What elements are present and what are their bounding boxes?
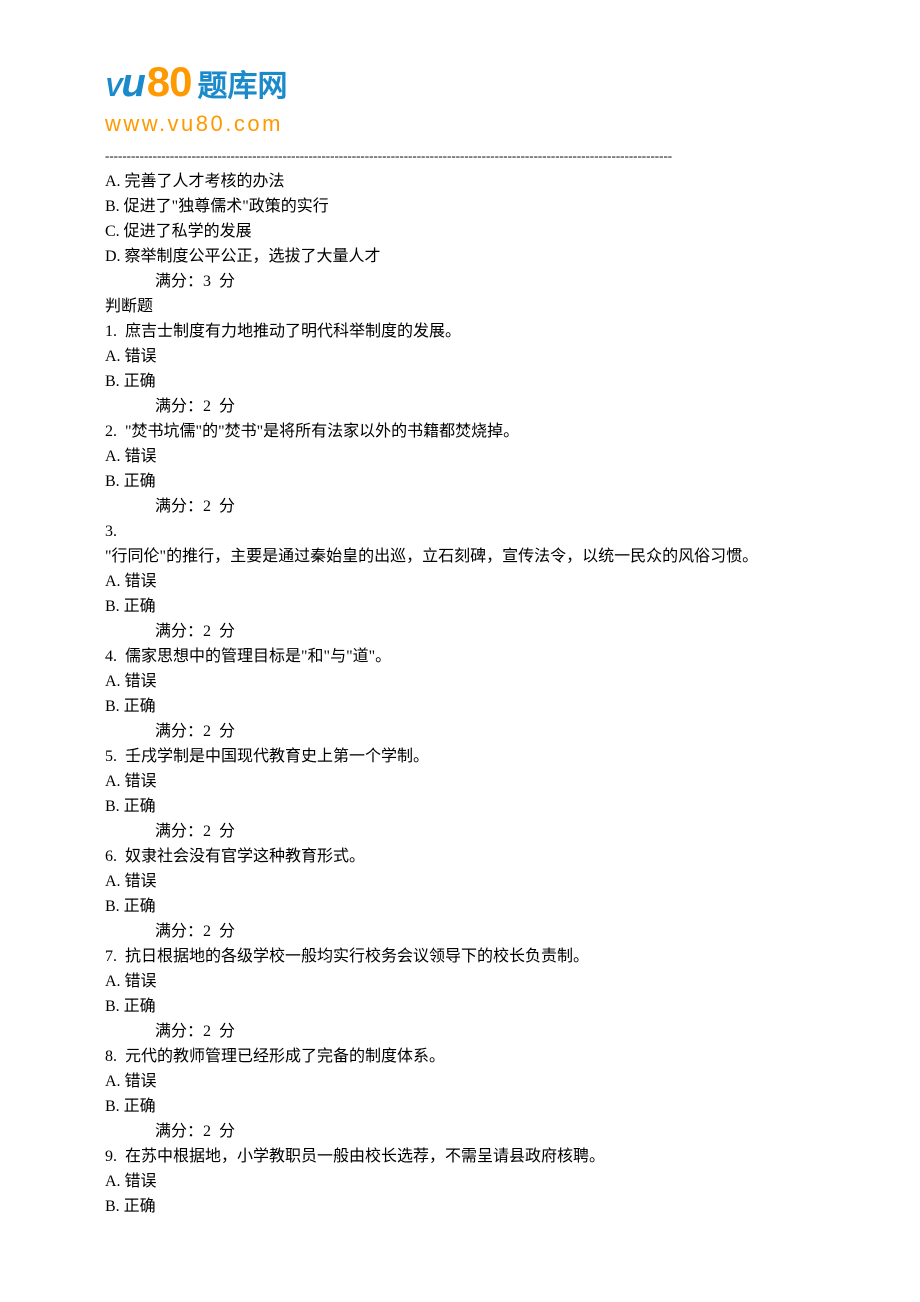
text-line: B. 正确 bbox=[105, 1195, 825, 1219]
text-line: 6. 奴隶社会没有官学这种教育形式。 bbox=[105, 845, 825, 869]
text-line: 3. bbox=[105, 520, 825, 544]
text-line: B. 正确 bbox=[105, 795, 825, 819]
text-line: A. 错误 bbox=[105, 1170, 825, 1194]
text-line: A. 错误 bbox=[105, 870, 825, 894]
text-line: 满分：2 分 bbox=[105, 620, 825, 644]
text-line: B. 正确 bbox=[105, 695, 825, 719]
text-line: 2. "焚书坑儒"的"焚书"是将所有法家以外的书籍都焚烧掉。 bbox=[105, 420, 825, 444]
text-line: A. 错误 bbox=[105, 570, 825, 594]
text-line: 满分：2 分 bbox=[105, 1020, 825, 1044]
text-line: B. 促进了"独尊儒术"政策的实行 bbox=[105, 195, 825, 219]
text-line: 1. 庶吉士制度有力地推动了明代科举制度的发展。 bbox=[105, 320, 825, 344]
text-line: "行同伦"的推行，主要是通过秦始皇的出巡，立石刻碑，宣传法令，以统一民众的风俗习… bbox=[105, 545, 825, 569]
text-line: A. 完善了人才考核的办法 bbox=[105, 170, 825, 194]
text-line: 满分：2 分 bbox=[105, 720, 825, 744]
text-line: A. 错误 bbox=[105, 970, 825, 994]
text-line: B. 正确 bbox=[105, 895, 825, 919]
text-line: 判断题 bbox=[105, 295, 825, 319]
text-line: A. 错误 bbox=[105, 345, 825, 369]
text-line: 满分：2 分 bbox=[105, 820, 825, 844]
text-line: B. 正确 bbox=[105, 595, 825, 619]
text-line: B. 正确 bbox=[105, 470, 825, 494]
horizontal-divider: ----------------------------------------… bbox=[105, 146, 825, 166]
text-line: 8. 元代的教师管理已经形成了完备的制度体系。 bbox=[105, 1045, 825, 1069]
text-line: 满分：3 分 bbox=[105, 270, 825, 294]
text-line: 5. 壬戌学制是中国现代教育史上第一个学制。 bbox=[105, 745, 825, 769]
text-line: 满分：2 分 bbox=[105, 395, 825, 419]
text-line: 满分：2 分 bbox=[105, 495, 825, 519]
logo-url-text: www.vu80.com bbox=[105, 107, 825, 140]
text-line: D. 察举制度公平公正，选拔了大量人才 bbox=[105, 245, 825, 269]
text-line: 满分：2 分 bbox=[105, 920, 825, 944]
text-line: C. 促进了私学的发展 bbox=[105, 220, 825, 244]
text-line: B. 正确 bbox=[105, 1095, 825, 1119]
text-line: A. 错误 bbox=[105, 670, 825, 694]
text-line: 9. 在苏中根据地，小学教职员一般由校长选荐，不需呈请县政府核聘。 bbox=[105, 1145, 825, 1169]
text-line: A. 错误 bbox=[105, 445, 825, 469]
logo-block: VVuu 80 题库网 www.vu80.com bbox=[105, 50, 825, 140]
logo-80-text: 80 bbox=[147, 50, 192, 113]
text-line: B. 正确 bbox=[105, 995, 825, 1019]
text-line: B. 正确 bbox=[105, 370, 825, 394]
text-line: 4. 儒家思想中的管理目标是"和"与"道"。 bbox=[105, 645, 825, 669]
logo-image: VVuu 80 题库网 bbox=[105, 50, 825, 113]
document-content: A. 完善了人才考核的办法B. 促进了"独尊儒术"政策的实行C. 促进了私学的发… bbox=[105, 170, 825, 1219]
text-line: A. 错误 bbox=[105, 1070, 825, 1094]
text-line: 7. 抗日根据地的各级学校一般均实行校务会议领导下的校长负责制。 bbox=[105, 945, 825, 969]
logo-cn-text: 题库网 bbox=[198, 64, 288, 109]
text-line: 满分：2 分 bbox=[105, 1120, 825, 1144]
text-line: A. 错误 bbox=[105, 770, 825, 794]
logo-vu-text: VVuu bbox=[105, 53, 145, 113]
